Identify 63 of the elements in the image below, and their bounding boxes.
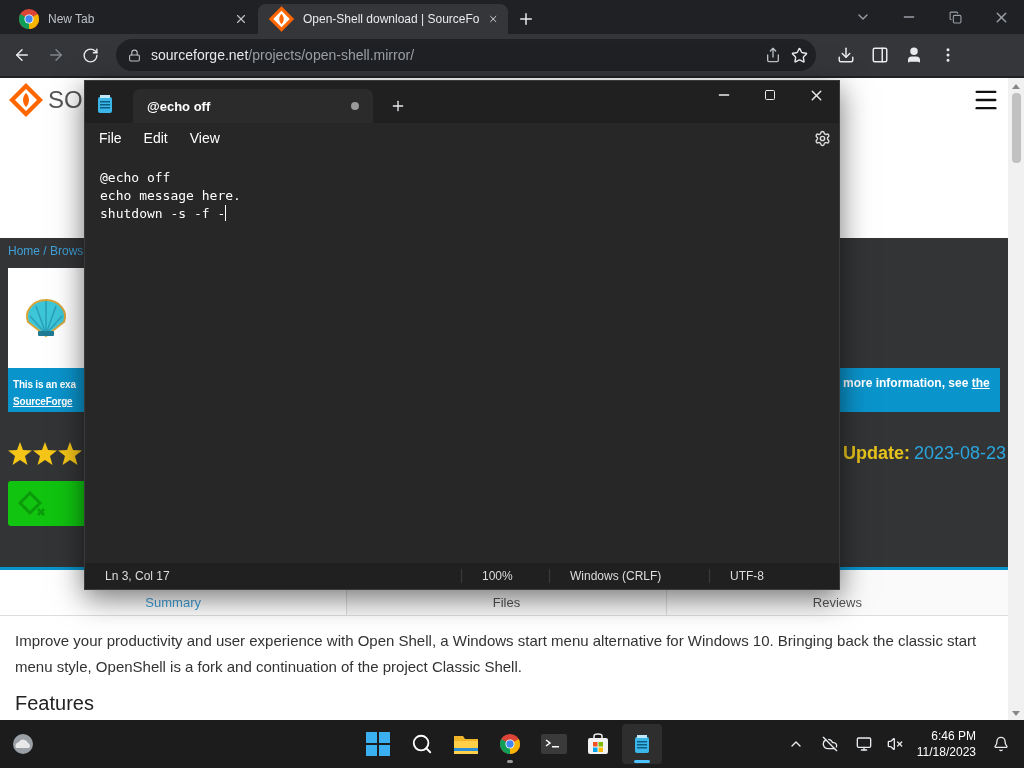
star-icon bbox=[8, 442, 32, 465]
breadcrumb[interactable]: Home / Brows bbox=[8, 244, 84, 258]
text-editor[interactable]: @echo off echo message here. shutdown -s -f - bbox=[85, 153, 839, 563]
taskbar-app[interactable] bbox=[622, 724, 662, 764]
menu-item[interactable]: File bbox=[93, 126, 128, 150]
code-line: echo message here. bbox=[100, 187, 241, 205]
new-tab-icon[interactable] bbox=[517, 10, 535, 28]
cursor-position: Ln 3, Col 17 bbox=[104, 569, 171, 583]
clock-time[interactable]: 6:46 PM bbox=[931, 728, 976, 744]
close-tab-icon[interactable] bbox=[234, 12, 248, 26]
line-ending: Windows (CRLF) bbox=[549, 569, 709, 583]
cloud-off-icon[interactable] bbox=[821, 736, 838, 752]
section-heading: Features bbox=[15, 692, 95, 715]
download-logo-icon bbox=[18, 490, 48, 517]
code-line: @echo off bbox=[100, 169, 171, 187]
notepad-icon bbox=[634, 735, 650, 753]
star-icon bbox=[33, 442, 57, 465]
bookmark-star-icon[interactable] bbox=[791, 46, 808, 64]
browser-tab[interactable]: New Tab bbox=[8, 4, 258, 34]
menu-item[interactable]: View bbox=[183, 126, 226, 150]
notice-text: This is an exa bbox=[13, 378, 76, 392]
notification-bell-icon[interactable] bbox=[993, 736, 1009, 752]
lock-icon bbox=[128, 48, 141, 62]
browser-tab[interactable]: Open-Shell download | SourceFo bbox=[258, 4, 508, 34]
page-tab[interactable]: Files bbox=[492, 595, 521, 610]
weather-cloud-icon[interactable] bbox=[10, 732, 36, 756]
code-line: shutdown -s -f - bbox=[100, 205, 227, 223]
logo-text[interactable]: SO bbox=[48, 86, 83, 114]
address-bar[interactable]: sourceforge.net/projects/open-shell.mirror/ bbox=[116, 39, 816, 71]
zoom-level: 100% bbox=[461, 569, 549, 583]
restore-icon[interactable] bbox=[948, 10, 962, 24]
download-icon[interactable] bbox=[837, 46, 855, 64]
new-tab-icon[interactable] bbox=[390, 98, 406, 114]
logo-icon[interactable] bbox=[8, 82, 44, 118]
document-tab[interactable]: @echo off bbox=[133, 89, 373, 123]
settings-icon[interactable] bbox=[814, 129, 831, 147]
store-bag-icon bbox=[587, 733, 609, 755]
star-icon bbox=[58, 442, 82, 465]
windows-logo-icon bbox=[366, 732, 390, 756]
reload-icon[interactable] bbox=[81, 46, 99, 64]
chrome-icon bbox=[499, 733, 521, 755]
notepad-icon bbox=[97, 95, 113, 113]
maximize-icon[interactable] bbox=[764, 89, 776, 101]
share-icon[interactable] bbox=[765, 47, 781, 63]
back-icon[interactable] bbox=[13, 46, 31, 64]
side-panel-icon[interactable] bbox=[871, 46, 889, 64]
profile-icon[interactable] bbox=[905, 46, 923, 64]
chrome-favicon-icon bbox=[18, 8, 40, 30]
monitor-icon[interactable] bbox=[855, 736, 872, 752]
update-label: Update: bbox=[842, 443, 910, 464]
search-icon bbox=[411, 733, 433, 755]
menu-item[interactable]: Edit bbox=[137, 126, 174, 150]
scrollbar[interactable] bbox=[1008, 78, 1024, 722]
forward-icon[interactable] bbox=[47, 46, 65, 64]
folder-icon bbox=[453, 733, 479, 755]
terminal-icon bbox=[541, 734, 567, 754]
update-date: 2023-08-23 bbox=[913, 443, 1006, 464]
page-tab[interactable]: Reviews bbox=[812, 595, 862, 610]
notice-text: more information, see bbox=[843, 376, 969, 390]
clock-date[interactable]: 11/18/2023 bbox=[916, 744, 976, 760]
encoding: UTF-8 bbox=[709, 569, 829, 583]
description-text: Improve your productivity and user experience with Open Shell, a Windows start menu alternative for Windows 10. Bringing back the classic start menu style, OpenShell is a fork and continuation of the project Classic Shell. bbox=[15, 631, 978, 677]
muted-speaker-icon[interactable] bbox=[886, 736, 903, 752]
